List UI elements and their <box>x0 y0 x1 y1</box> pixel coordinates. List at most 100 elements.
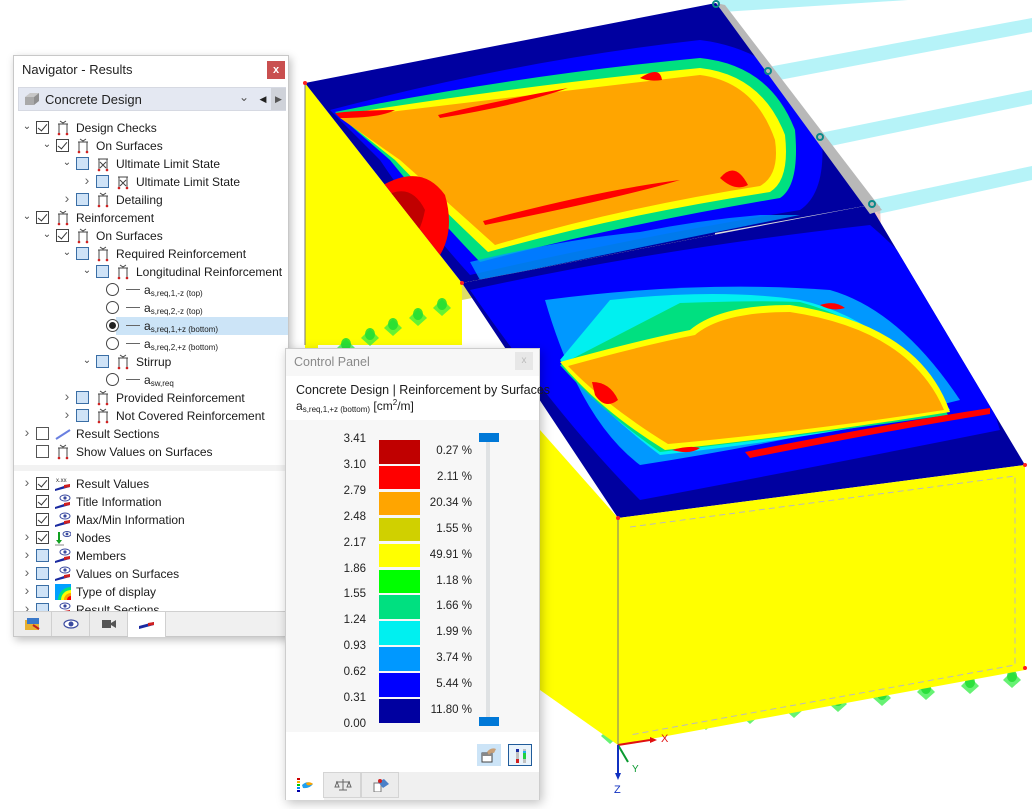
display-option-item[interactable]: › Nodes <box>14 528 288 547</box>
navigator-titlebar[interactable]: Navigator - Results x <box>14 56 288 84</box>
navigator-close-button[interactable]: x <box>267 61 285 79</box>
tree-checkbox[interactable] <box>56 229 69 242</box>
legend-value-label: 1.55 <box>343 588 366 601</box>
chevron-down-icon[interactable]: ⌄ <box>82 355 92 366</box>
chevron-right-icon[interactable]: › <box>62 190 72 206</box>
chevron-right-icon[interactable]: › <box>22 546 32 562</box>
tab-color-scale[interactable] <box>286 772 324 800</box>
slider-handle-max[interactable] <box>479 433 499 442</box>
tree-checkbox[interactable] <box>36 211 49 224</box>
result-radio[interactable] <box>106 301 119 314</box>
tree-item[interactable]: › Result Sections <box>14 424 288 443</box>
chevron-down-icon[interactable]: ⌄ <box>82 265 92 276</box>
tree-item[interactable]: ⌄ Longitudinal Reinforcement <box>14 263 288 281</box>
tree-checkbox[interactable] <box>76 193 89 206</box>
tree-checkbox[interactable] <box>76 247 89 260</box>
reinforcement-icon <box>75 228 91 244</box>
edit-legend-button[interactable] <box>477 744 501 766</box>
tree-radio-item[interactable]: asw,req <box>14 371 288 389</box>
display-checkbox[interactable] <box>36 549 49 562</box>
tab-view[interactable] <box>52 612 90 636</box>
tree-item[interactable]: ⌄ Reinforcement <box>14 209 288 227</box>
tree-checkbox[interactable] <box>36 121 49 134</box>
adjust-scale-button[interactable] <box>508 744 532 766</box>
display-checkbox[interactable] <box>36 585 49 598</box>
tree-radio-item[interactable]: as,req,2,-z (top) <box>14 299 288 317</box>
control-panel-close-button[interactable]: x <box>515 352 533 370</box>
result-radio[interactable] <box>106 373 119 386</box>
chevron-down-icon[interactable]: ⌄ <box>42 139 52 150</box>
tree-item-label: Stirrup <box>136 355 172 369</box>
result-radio[interactable] <box>106 283 119 296</box>
result-quantity: as,req,1,+z (bottom) [cm2/m] <box>296 398 414 414</box>
legend-color-band <box>379 569 420 593</box>
tree-item[interactable]: › Ultimate Limit State <box>14 172 288 191</box>
tree-checkbox[interactable] <box>56 139 69 152</box>
tree-item[interactable]: ⌄ On Surfaces <box>14 137 288 155</box>
tree-checkbox[interactable] <box>76 391 89 404</box>
tree-item[interactable]: › Not Covered Reinforcement <box>14 406 288 425</box>
display-checkbox[interactable] <box>36 477 49 490</box>
display-checkbox[interactable] <box>36 531 49 544</box>
tab-export[interactable] <box>361 772 399 798</box>
tree-item[interactable]: ⌄ Ultimate Limit State <box>14 155 288 173</box>
chevron-right-icon[interactable]: › <box>22 564 32 580</box>
chevron-right-icon[interactable]: › <box>62 388 72 404</box>
chevron-down-icon[interactable]: ⌄ <box>42 229 52 240</box>
display-option-item[interactable]: › x.xx Result Values <box>14 474 288 493</box>
member-bar[interactable] <box>820 90 1032 147</box>
result-radio[interactable] <box>106 319 119 332</box>
tree-radio-item[interactable]: as,req,1,+z (bottom) <box>14 317 288 335</box>
tree-item[interactable]: › Detailing <box>14 190 288 209</box>
result-radio[interactable] <box>106 337 119 350</box>
tree-checkbox[interactable] <box>36 445 49 458</box>
tab-data[interactable] <box>14 612 52 636</box>
tree-checkbox[interactable] <box>76 409 89 422</box>
tree-item[interactable]: ⌄ Required Reinforcement <box>14 245 288 263</box>
tree-checkbox[interactable] <box>96 175 109 188</box>
previous-module-button[interactable]: ◀ <box>255 88 271 110</box>
chevron-down-icon[interactable]: ⌄ <box>62 247 72 258</box>
tree-item[interactable]: ⌄ On Surfaces <box>14 227 288 245</box>
chevron-down-icon[interactable]: ⌄ <box>239 90 249 104</box>
chevron-right-icon[interactable]: › <box>22 582 32 598</box>
chevron-right-icon[interactable]: › <box>62 406 72 422</box>
member-bar[interactable] <box>716 0 1032 12</box>
tree-item[interactable]: › Provided Reinforcement <box>14 388 288 407</box>
display-checkbox[interactable] <box>36 495 49 508</box>
chevron-down-icon[interactable]: ⌄ <box>62 157 72 168</box>
tree-checkbox[interactable] <box>76 157 89 170</box>
chevron-right-icon[interactable]: › <box>82 172 92 188</box>
chevron-right-icon[interactable]: › <box>22 424 32 440</box>
tree-item[interactable]: ⌄ Stirrup <box>14 353 288 371</box>
chevron-right-icon[interactable]: › <box>22 474 32 490</box>
tree-checkbox[interactable] <box>96 265 109 278</box>
tree-item[interactable]: Show Values on Surfaces <box>14 443 288 461</box>
tab-factors[interactable] <box>323 772 361 798</box>
tree-item[interactable]: ⌄ Design Checks <box>14 119 288 137</box>
tree-checkbox[interactable] <box>96 355 109 368</box>
member-bar[interactable] <box>768 18 1032 81</box>
display-option-item[interactable]: › Values on Surfaces <box>14 564 288 583</box>
tree-radio-item[interactable]: as,req,2,+z (bottom) <box>14 335 288 353</box>
tree-item-label: Detailing <box>116 193 163 207</box>
chevron-down-icon[interactable]: ⌄ <box>22 211 32 222</box>
chevron-down-icon[interactable]: ⌄ <box>22 121 32 132</box>
tree-radio-item[interactable]: as,req,1,-z (top) <box>14 281 288 299</box>
chevron-right-icon[interactable]: › <box>22 528 32 544</box>
tree-item-label: Required Reinforcement <box>116 247 247 261</box>
tab-camera[interactable] <box>90 612 128 636</box>
slider-handle-min[interactable] <box>479 717 499 726</box>
display-checkbox[interactable] <box>36 513 49 526</box>
display-option-item[interactable]: Title Information <box>14 493 288 511</box>
next-module-button[interactable]: ▶ <box>271 88 286 110</box>
module-selector[interactable]: Concrete Design ⌄ ◀ ▶ <box>18 87 286 111</box>
tree-checkbox[interactable] <box>36 427 49 440</box>
tab-results[interactable] <box>128 612 166 637</box>
member-bar[interactable] <box>872 166 1032 214</box>
display-checkbox[interactable] <box>36 567 49 580</box>
legend-range-slider[interactable] <box>486 437 490 725</box>
display-option-item[interactable]: Max/Min Information <box>14 511 288 529</box>
display-option-item[interactable]: › Type of display <box>14 582 288 613</box>
display-option-item[interactable]: › Members <box>14 546 288 565</box>
